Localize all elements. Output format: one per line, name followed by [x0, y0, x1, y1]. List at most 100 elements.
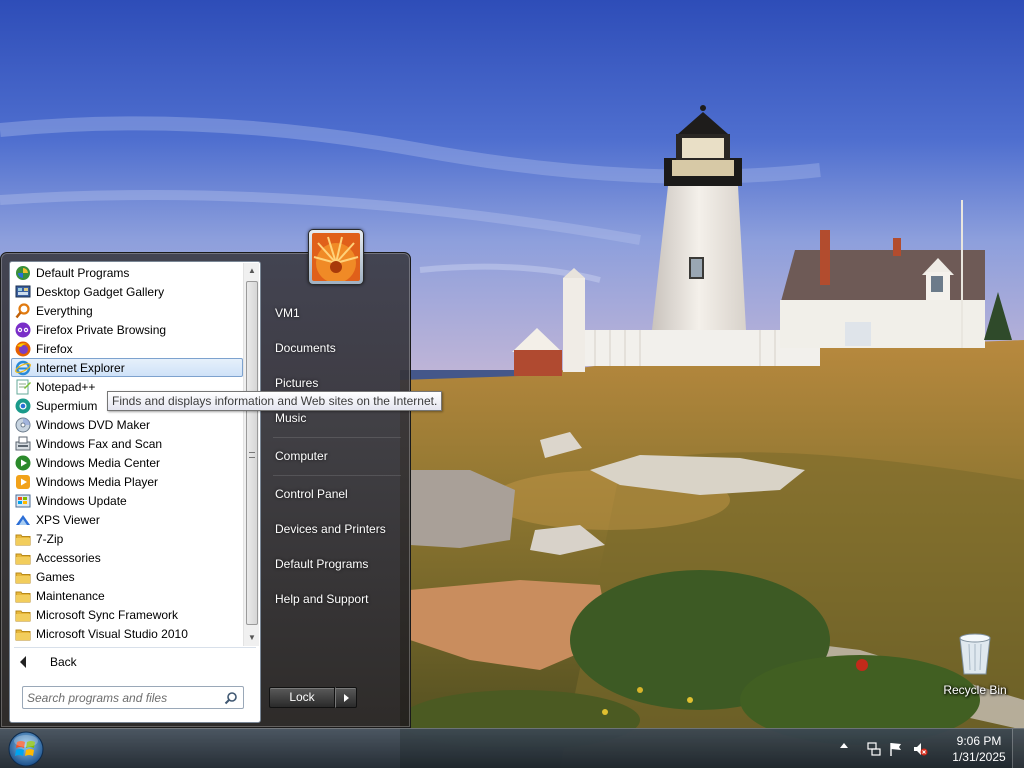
start-menu: Default Programs Desktop Gadget Gallery Ev… — [0, 252, 411, 728]
volume-muted-icon[interactable] — [912, 741, 928, 757]
default-programs-icon — [16, 266, 30, 280]
program-label: 7-Zip — [36, 532, 64, 546]
internet-explorer-icon — [15, 360, 31, 376]
start-menu-right-pane: VM1 Documents Pictures Music Computer Co… — [263, 253, 412, 729]
help-and-support-link[interactable]: Help and Support — [269, 586, 405, 612]
separator — [273, 475, 401, 476]
program-label: Desktop Gadget Gallery — [36, 285, 165, 299]
program-item[interactable]: Windows Update — [11, 491, 243, 510]
arrow-right-icon — [344, 694, 349, 702]
program-label: Firefox Private Browsing — [36, 323, 167, 337]
search-box[interactable] — [22, 686, 244, 709]
program-item[interactable]: Maintenance — [11, 586, 243, 605]
action-center-flag-icon[interactable] — [888, 741, 904, 757]
computer-link[interactable]: Computer — [269, 443, 405, 469]
system-tray: 9:06 PM 1/31/2025 — [834, 729, 1024, 768]
show-desktop-button[interactable] — [1012, 729, 1024, 768]
recycle-bin-icon — [959, 633, 991, 675]
program-label: Windows Media Center — [36, 456, 161, 470]
program-label: Games — [36, 570, 75, 584]
program-label: Maintenance — [36, 589, 105, 603]
devices-and-printers-link[interactable]: Devices and Printers — [269, 516, 405, 542]
scroll-up-arrow-icon[interactable]: ▲ — [244, 263, 260, 279]
everything-search-icon — [15, 303, 30, 319]
program-label: Default Programs — [36, 266, 130, 280]
back-arrow-icon — [20, 656, 26, 668]
program-item[interactable]: Windows Media Center — [11, 453, 243, 472]
program-label: Supermium — [36, 399, 98, 413]
windows-update-icon — [15, 494, 31, 508]
notepad-plus-plus-icon — [16, 379, 31, 395]
media-center-icon — [15, 455, 31, 471]
program-label: Windows Update — [36, 494, 127, 508]
programs-pane: Default Programs Desktop Gadget Gallery Ev… — [9, 261, 261, 723]
clock-time: 9:06 PM — [956, 734, 1002, 748]
program-item[interactable]: Windows Fax and Scan — [11, 434, 243, 453]
all-programs-list: Default Programs Desktop Gadget Gallery Ev… — [10, 262, 244, 647]
program-label: Notepad++ — [36, 380, 96, 394]
xps-viewer-icon — [16, 515, 30, 525]
documents-link[interactable]: Documents — [269, 335, 405, 361]
program-item[interactable]: Desktop Gadget Gallery — [11, 282, 243, 301]
folder-icon — [15, 629, 31, 641]
program-label: Windows Media Player — [36, 475, 159, 489]
back-button[interactable]: Back — [10, 649, 260, 675]
scrollbar-thumb[interactable] — [246, 281, 258, 625]
program-label: Everything — [36, 304, 93, 318]
program-label: XPS Viewer — [36, 513, 100, 527]
search-input[interactable] — [27, 690, 217, 706]
program-label: Firefox — [36, 342, 73, 356]
program-item[interactable]: Firefox — [11, 339, 243, 358]
supermium-icon — [15, 398, 31, 414]
user-account-picture[interactable] — [308, 229, 364, 285]
media-player-icon — [16, 475, 30, 489]
program-item[interactable]: Microsoft Visual Studio 2010 — [11, 624, 243, 643]
scroll-grip-icon — [249, 452, 255, 458]
program-item[interactable]: XPS Viewer — [11, 510, 243, 529]
lock-button[interactable]: Lock — [269, 687, 335, 708]
program-item[interactable]: Games — [11, 567, 243, 586]
program-item[interactable]: Windows DVD Maker — [11, 415, 243, 434]
folder-icon — [15, 553, 31, 565]
show-hidden-icons-icon[interactable] — [840, 743, 848, 748]
flower-avatar-icon — [312, 233, 360, 281]
gadget-gallery-icon — [15, 285, 31, 298]
back-label: Back — [50, 655, 77, 669]
program-label: Microsoft Visual Studio 2010 — [36, 627, 188, 641]
control-panel-link[interactable]: Control Panel — [269, 481, 405, 507]
user-folder-link[interactable]: VM1 — [269, 300, 405, 326]
program-item[interactable]: Windows Media Player — [11, 472, 243, 491]
program-label: Windows DVD Maker — [36, 418, 151, 432]
program-label: Internet Explorer — [36, 361, 125, 375]
program-item[interactable]: Internet Explorer — [11, 358, 243, 377]
clock[interactable]: 9:06 PM 1/31/2025 — [944, 733, 1014, 765]
program-label: Windows Fax and Scan — [36, 437, 163, 451]
program-item[interactable]: Microsoft Sync Framework — [11, 605, 243, 624]
firefox-private-icon — [15, 322, 31, 338]
program-item[interactable]: 7-Zip — [11, 529, 243, 548]
clock-date: 1/31/2025 — [952, 750, 1006, 764]
folder-icon — [15, 610, 31, 622]
recycle-bin-desktop-icon[interactable]: Recycle Bin — [940, 628, 1010, 700]
taskbar: 9:06 PM 1/31/2025 — [0, 728, 1024, 768]
folder-icon — [15, 591, 31, 603]
fax-scan-icon — [15, 436, 31, 451]
program-item[interactable]: Everything — [11, 301, 243, 320]
folder-icon — [15, 572, 31, 584]
shutdown-options-button[interactable] — [335, 687, 357, 708]
network-icon[interactable] — [866, 741, 882, 757]
programs-scrollbar[interactable]: ▲ ▼ — [243, 263, 259, 646]
default-programs-link[interactable]: Default Programs — [269, 551, 405, 577]
program-item[interactable]: Firefox Private Browsing — [11, 320, 243, 339]
dvd-maker-icon — [15, 417, 31, 433]
folder-icon — [15, 534, 31, 546]
separator — [273, 437, 401, 438]
program-label: Microsoft Sync Framework — [36, 608, 179, 622]
start-button[interactable] — [6, 730, 46, 768]
program-item[interactable]: Default Programs — [11, 263, 243, 282]
tooltip: Finds and displays information and Web s… — [107, 391, 443, 411]
scroll-down-arrow-icon[interactable]: ▼ — [244, 630, 260, 646]
program-item[interactable]: Accessories — [11, 548, 243, 567]
program-label: Accessories — [36, 551, 101, 565]
search-icon[interactable] — [224, 691, 238, 705]
